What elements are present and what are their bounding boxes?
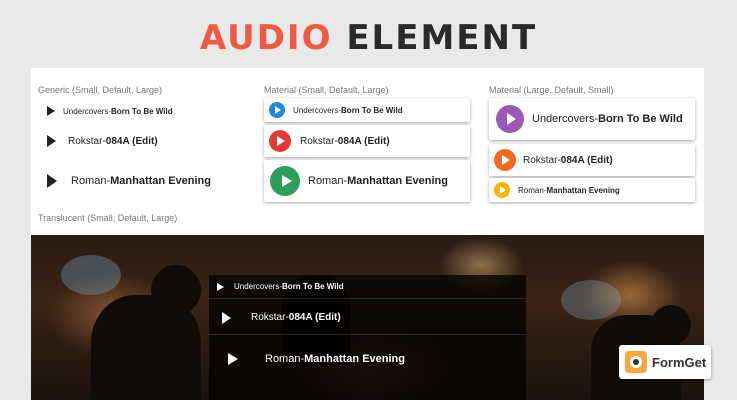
section-label-generic: Generic (Small, Default, Large) <box>38 85 163 95</box>
track-title: Manhattan Evening <box>110 175 211 187</box>
track-title: 084A (Edit) <box>288 312 341 323</box>
formget-logo[interactable]: FormGet <box>619 345 711 379</box>
translucent-player-group: Undercovers - Born To Be Wild Rokstar - … <box>209 275 526 400</box>
play-icon <box>502 155 510 165</box>
material-player-default[interactable]: Rokstar - 084A (Edit) <box>489 144 695 176</box>
track-title: Born To Be Wild <box>282 282 344 291</box>
track-title: Manhattan Evening <box>347 175 448 187</box>
track-title: 084A (Edit) <box>560 154 613 166</box>
track-artist: Roman <box>308 175 344 187</box>
play-icon <box>281 175 292 187</box>
track-title: Born To Be Wild <box>598 113 683 125</box>
screen-glow <box>561 280 621 320</box>
play-icon <box>507 113 516 125</box>
formget-owl-icon <box>625 351 647 373</box>
section-label-material-large: Material (Large, Default, Small) <box>489 85 614 95</box>
play-icon[interactable] <box>217 282 224 291</box>
crowd-head <box>651 305 691 345</box>
play-button[interactable] <box>270 166 300 196</box>
play-button[interactable] <box>269 102 285 118</box>
track-artist: Rokstar <box>251 312 286 323</box>
play-icon <box>277 136 285 146</box>
track-artist: Undercovers <box>293 105 339 115</box>
play-button[interactable] <box>269 130 291 152</box>
track-artist: Roman <box>71 175 107 187</box>
material-player-default[interactable]: Rokstar - 084A (Edit) <box>264 125 470 157</box>
translucent-player-default[interactable]: Rokstar - 084A (Edit) <box>209 301 526 335</box>
track-artist: Rokstar <box>300 135 335 147</box>
play-icon[interactable] <box>47 174 57 188</box>
track-artist: Rokstar <box>68 135 103 147</box>
performer-head <box>151 265 201 315</box>
material-player-small[interactable]: Roman - Manhattan Evening <box>489 178 695 202</box>
generic-player-small[interactable]: Undercovers - Born To Be Wild <box>47 106 173 116</box>
banner-title: AUDIO ELEMENT <box>0 18 737 58</box>
track-artist: Undercovers <box>63 106 109 116</box>
title-accent: AUDIO <box>199 18 333 58</box>
track-artist: Undercovers <box>234 282 280 291</box>
material-player-large[interactable]: Undercovers - Born To Be Wild <box>489 98 695 140</box>
play-icon[interactable] <box>47 135 56 147</box>
play-icon[interactable] <box>47 106 55 116</box>
section-label-translucent: Translucent (Small, Default, Large) <box>38 213 178 223</box>
play-button[interactable] <box>494 149 516 171</box>
track-title: 084A (Edit) <box>337 135 390 147</box>
track-artist: Undercovers <box>532 113 595 125</box>
play-button[interactable] <box>494 182 510 198</box>
track-artist: Roman <box>518 185 544 195</box>
track-title: Born To Be Wild <box>341 105 403 115</box>
play-icon <box>275 106 281 114</box>
track-artist: Roman <box>265 353 301 365</box>
track-artist: Rokstar <box>523 154 558 166</box>
translucent-player-small[interactable]: Undercovers - Born To Be Wild <box>209 275 526 299</box>
play-button[interactable] <box>496 105 524 133</box>
logo-text: FormGet <box>652 354 707 370</box>
track-title: 084A (Edit) <box>105 135 158 147</box>
play-icon[interactable] <box>222 311 231 324</box>
screen-glow <box>61 255 121 295</box>
play-icon <box>500 186 506 194</box>
track-title: Born To Be Wild <box>111 106 173 116</box>
generic-player-large[interactable]: Roman - Manhattan Evening <box>47 174 211 188</box>
section-label-material-small: Material (Small, Default, Large) <box>264 85 389 95</box>
track-title: Manhattan Evening <box>546 185 620 195</box>
material-player-large[interactable]: Roman - Manhattan Evening <box>264 160 470 202</box>
track-title: Manhattan Evening <box>304 353 405 365</box>
translucent-player-large[interactable]: Roman - Manhattan Evening <box>209 337 526 381</box>
play-icon[interactable] <box>228 353 238 365</box>
generic-player-default[interactable]: Rokstar - 084A (Edit) <box>47 135 158 147</box>
material-player-small[interactable]: Undercovers - Born To Be Wild <box>264 98 470 122</box>
title-main: ELEMENT <box>346 18 538 58</box>
